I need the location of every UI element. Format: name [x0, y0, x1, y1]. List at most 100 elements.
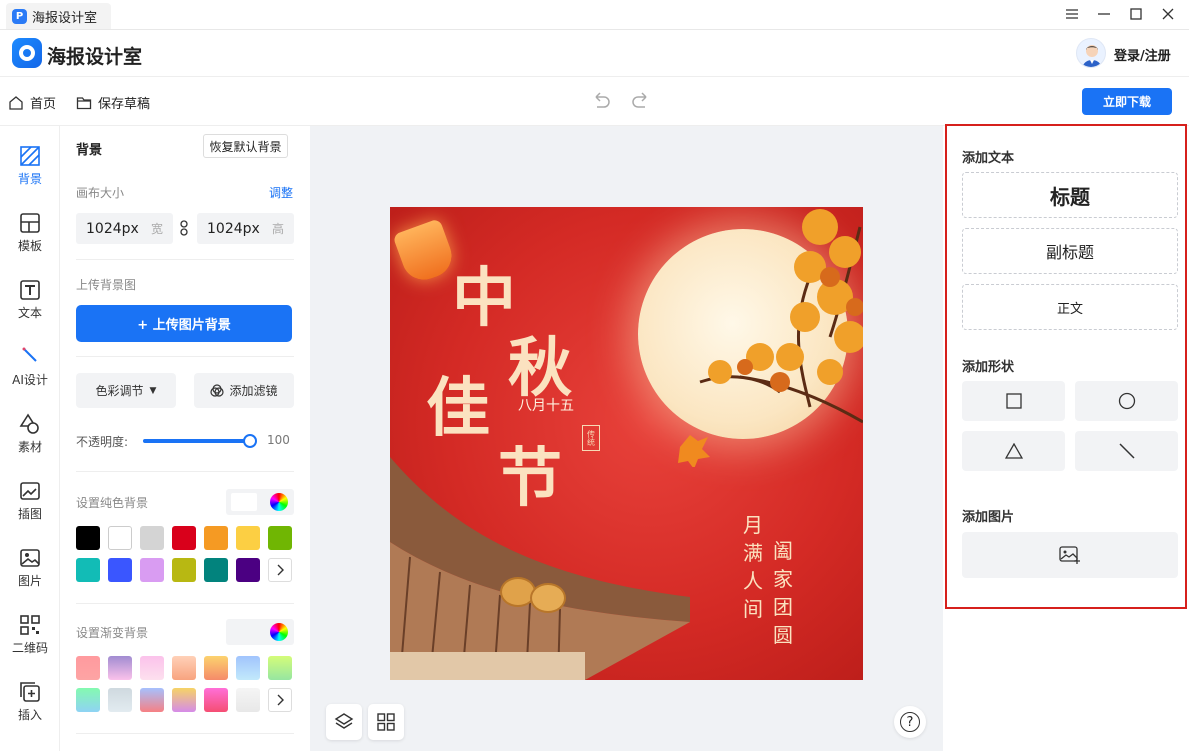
gradient-swatch[interactable]	[172, 656, 196, 680]
color-swatch[interactable]	[204, 558, 228, 582]
solid-color-picker[interactable]	[226, 489, 294, 515]
adjust-link[interactable]: 调整	[269, 184, 293, 201]
caret-down-icon: ▼	[149, 385, 157, 396]
color-swatch[interactable]	[236, 558, 260, 582]
illustration-icon	[20, 482, 40, 500]
redo-icon[interactable]	[631, 92, 651, 113]
color-swatch[interactable]	[108, 558, 132, 582]
gradient-swatch[interactable]	[204, 656, 228, 680]
gradient-swatch[interactable]	[108, 656, 132, 680]
poster-title-char: 节	[498, 441, 562, 516]
mooncake-graphic	[530, 583, 566, 613]
link-ratio-icon[interactable]	[179, 220, 189, 239]
nav-item-ai-design[interactable]: AI设计	[0, 337, 60, 397]
add-text-title: 添加文本	[962, 151, 1015, 166]
poem-char: 月	[743, 513, 763, 537]
background-settings-panel: 背景 恢复默认背景 画布大小 调整 1024px 宽 1024px 高 上传背景…	[60, 126, 310, 751]
nav-item-background[interactable]: 背景	[0, 136, 60, 196]
color-swatch[interactable]	[76, 526, 100, 550]
nav-label-text: 文本	[17, 306, 42, 320]
undo-icon[interactable]	[591, 92, 611, 113]
layers-button[interactable]	[326, 704, 362, 740]
divider	[76, 471, 294, 472]
save-draft-button[interactable]: 保存草稿	[76, 93, 150, 112]
close-icon[interactable]	[1158, 5, 1178, 23]
color-swatch[interactable]	[204, 526, 228, 550]
add-line-button[interactable]	[1075, 431, 1178, 471]
color-swatch[interactable]	[172, 526, 196, 550]
poem-char: 家	[773, 567, 793, 591]
add-image-icon	[1059, 546, 1080, 564]
poem-char: 圆	[773, 623, 793, 647]
nav-item-template[interactable]: 模板	[0, 203, 60, 263]
reset-background-button[interactable]: 恢复默认背景	[203, 134, 288, 158]
gradient-swatch[interactable]	[140, 656, 164, 680]
square-icon	[1005, 393, 1022, 409]
nav-label-material: 素材	[17, 440, 42, 454]
add-square-button[interactable]	[962, 381, 1065, 421]
add-image-button[interactable]	[962, 532, 1178, 578]
upload-image-background-button[interactable]: + 上传图片背景	[76, 305, 292, 342]
user-avatar[interactable]	[1076, 38, 1106, 68]
nav-item-material[interactable]: 素材	[0, 404, 60, 464]
color-swatch[interactable]	[236, 526, 260, 550]
filter-icon	[210, 383, 225, 397]
download-now-button[interactable]: 立即下载	[1082, 88, 1172, 115]
nav-item-qrcode[interactable]: 二维码	[0, 605, 60, 665]
app-window-tab[interactable]: P 海报设计室	[6, 3, 112, 29]
gradient-swatch[interactable]	[140, 688, 164, 712]
gradient-swatch[interactable]	[172, 688, 196, 712]
opacity-slider-handle[interactable]	[243, 434, 257, 448]
add-body-text-button[interactable]: 正文	[962, 284, 1178, 330]
gradient-swatch[interactable]	[236, 656, 260, 680]
canvas-width-field[interactable]: 1024px 宽	[76, 213, 173, 244]
gradient-swatch[interactable]	[268, 656, 292, 680]
color-swatch[interactable]	[268, 526, 292, 550]
gradient-swatch[interactable]	[76, 688, 100, 712]
panel-title: 背景	[76, 143, 103, 158]
add-filter-button[interactable]: 添加滤镜	[194, 373, 294, 408]
more-colors-button[interactable]	[268, 558, 292, 582]
add-heading-button[interactable]: 标题	[962, 172, 1178, 218]
gradient-swatch[interactable]	[76, 656, 100, 680]
gradient-swatch[interactable]	[236, 688, 260, 712]
grid-icon	[377, 713, 395, 731]
color-wheel-icon[interactable]	[270, 493, 288, 511]
login-register-link[interactable]: 登录/注册	[1114, 45, 1171, 64]
nav-item-insert[interactable]: 插入	[0, 672, 60, 732]
help-button[interactable]: ?	[894, 706, 926, 738]
nav-label-illustration: 插图	[17, 507, 42, 521]
add-circle-button[interactable]	[1075, 381, 1178, 421]
nav-item-image[interactable]: 图片	[0, 538, 60, 598]
color-swatch[interactable]	[76, 558, 100, 582]
gradient-swatch[interactable]	[108, 688, 132, 712]
gradient-color-picker[interactable]	[226, 619, 294, 645]
gradient-swatch[interactable]	[204, 688, 228, 712]
poster-canvas[interactable]: 中 秋 佳 节 八月十五 传统 月满人间 阖家团圆	[390, 207, 863, 680]
color-swatch[interactable]	[108, 526, 132, 550]
color-swatch[interactable]	[140, 526, 164, 550]
home-button[interactable]: 首页	[8, 93, 56, 112]
color-swatch[interactable]	[140, 558, 164, 582]
nav-item-illustration[interactable]: 插图	[0, 471, 60, 531]
grid-view-button[interactable]	[368, 704, 404, 740]
more-colors-button[interactable]	[268, 688, 292, 712]
color-adjust-dropdown[interactable]: 色彩调节 ▼	[76, 373, 176, 408]
add-triangle-button[interactable]	[962, 431, 1065, 471]
help-icon: ?	[900, 712, 920, 732]
minimize-icon[interactable]	[1094, 5, 1114, 23]
line-icon	[1118, 443, 1135, 459]
poster-seal: 传统	[582, 425, 600, 451]
add-subheading-button[interactable]: 副标题	[962, 228, 1178, 274]
canvas-size-label: 画布大小	[76, 186, 125, 200]
image-icon	[20, 549, 40, 567]
window-titlebar: P 海报设计室	[0, 0, 1189, 30]
maximize-icon[interactable]	[1126, 5, 1146, 23]
canvas-height-field[interactable]: 1024px 高	[197, 213, 294, 244]
color-swatch[interactable]	[172, 558, 196, 582]
opacity-slider-track[interactable]	[143, 434, 257, 448]
color-wheel-icon[interactable]	[270, 623, 288, 641]
nav-item-text[interactable]: 文本	[0, 270, 60, 330]
menu-icon[interactable]	[1062, 5, 1082, 23]
divider	[76, 259, 294, 260]
